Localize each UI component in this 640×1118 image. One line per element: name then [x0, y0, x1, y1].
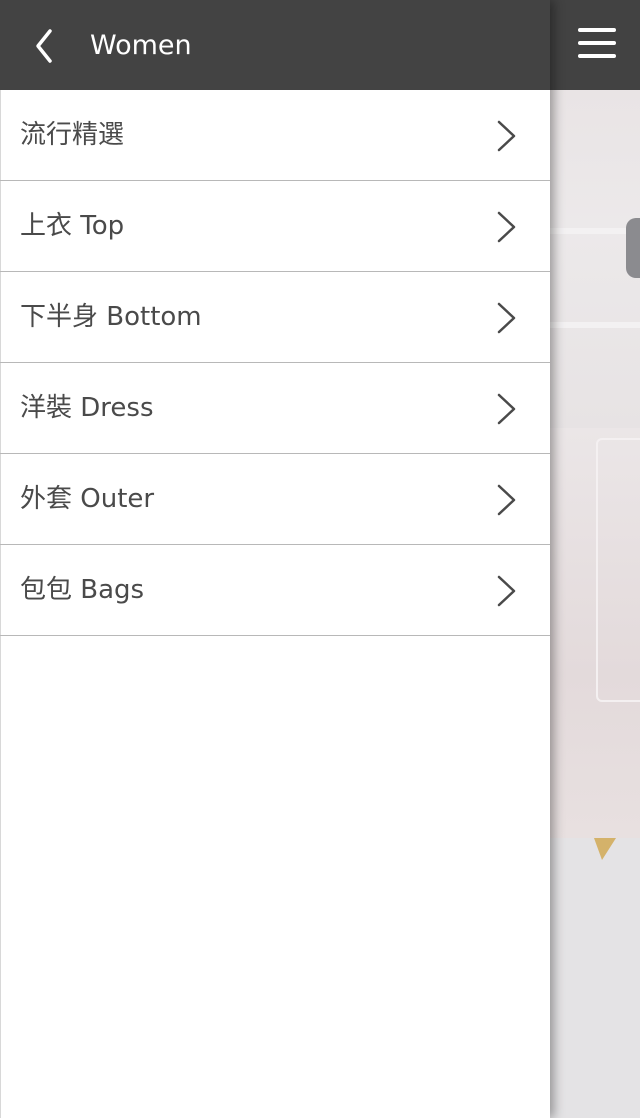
chevron-right-icon — [497, 575, 516, 607]
menu-item-label: 外套 Outer — [20, 484, 155, 514]
menu-item-label: 包包 Bags — [20, 575, 145, 605]
drawer-title: Women — [90, 30, 192, 61]
menu-item-trending[interactable]: 流行精選 — [0, 90, 550, 181]
door-frame — [596, 438, 640, 702]
navigation-drawer: Women 流行精選 上衣 Top 下半身 Bottom 洋裝 Dress 外套… — [0, 0, 550, 1118]
hamburger-menu-icon[interactable] — [578, 28, 616, 60]
chevron-left-icon — [36, 29, 52, 63]
chevron-right-icon — [497, 211, 516, 243]
gold-accent-shape — [594, 838, 616, 860]
product-photo[interactable] — [550, 838, 640, 1118]
menu-item-label: 上衣 Top — [20, 211, 125, 241]
back-button[interactable] — [28, 26, 64, 66]
menu-item-bottom[interactable]: 下半身 Bottom — [0, 272, 550, 363]
chevron-right-icon — [497, 393, 516, 425]
chevron-right-icon — [497, 120, 516, 152]
drawer-header: Women — [0, 0, 550, 90]
shelf-line — [550, 322, 640, 328]
menu-item-label: 流行精選 — [20, 120, 125, 150]
product-item — [626, 218, 640, 278]
background-content — [550, 0, 640, 1118]
menu-item-dress[interactable]: 洋裝 Dress — [0, 363, 550, 454]
chevron-right-icon — [497, 484, 516, 516]
menu-item-top[interactable]: 上衣 Top — [0, 181, 550, 272]
category-list: 流行精選 上衣 Top 下半身 Bottom 洋裝 Dress 外套 Outer — [0, 90, 550, 636]
menu-item-bags[interactable]: 包包 Bags — [0, 545, 550, 636]
menu-item-label: 下半身 Bottom — [20, 302, 202, 332]
chevron-right-icon — [497, 302, 516, 334]
product-photo[interactable] — [550, 428, 640, 838]
menu-item-label: 洋裝 Dress — [20, 393, 154, 423]
menu-item-outer[interactable]: 外套 Outer — [0, 454, 550, 545]
product-photo[interactable] — [550, 90, 640, 428]
